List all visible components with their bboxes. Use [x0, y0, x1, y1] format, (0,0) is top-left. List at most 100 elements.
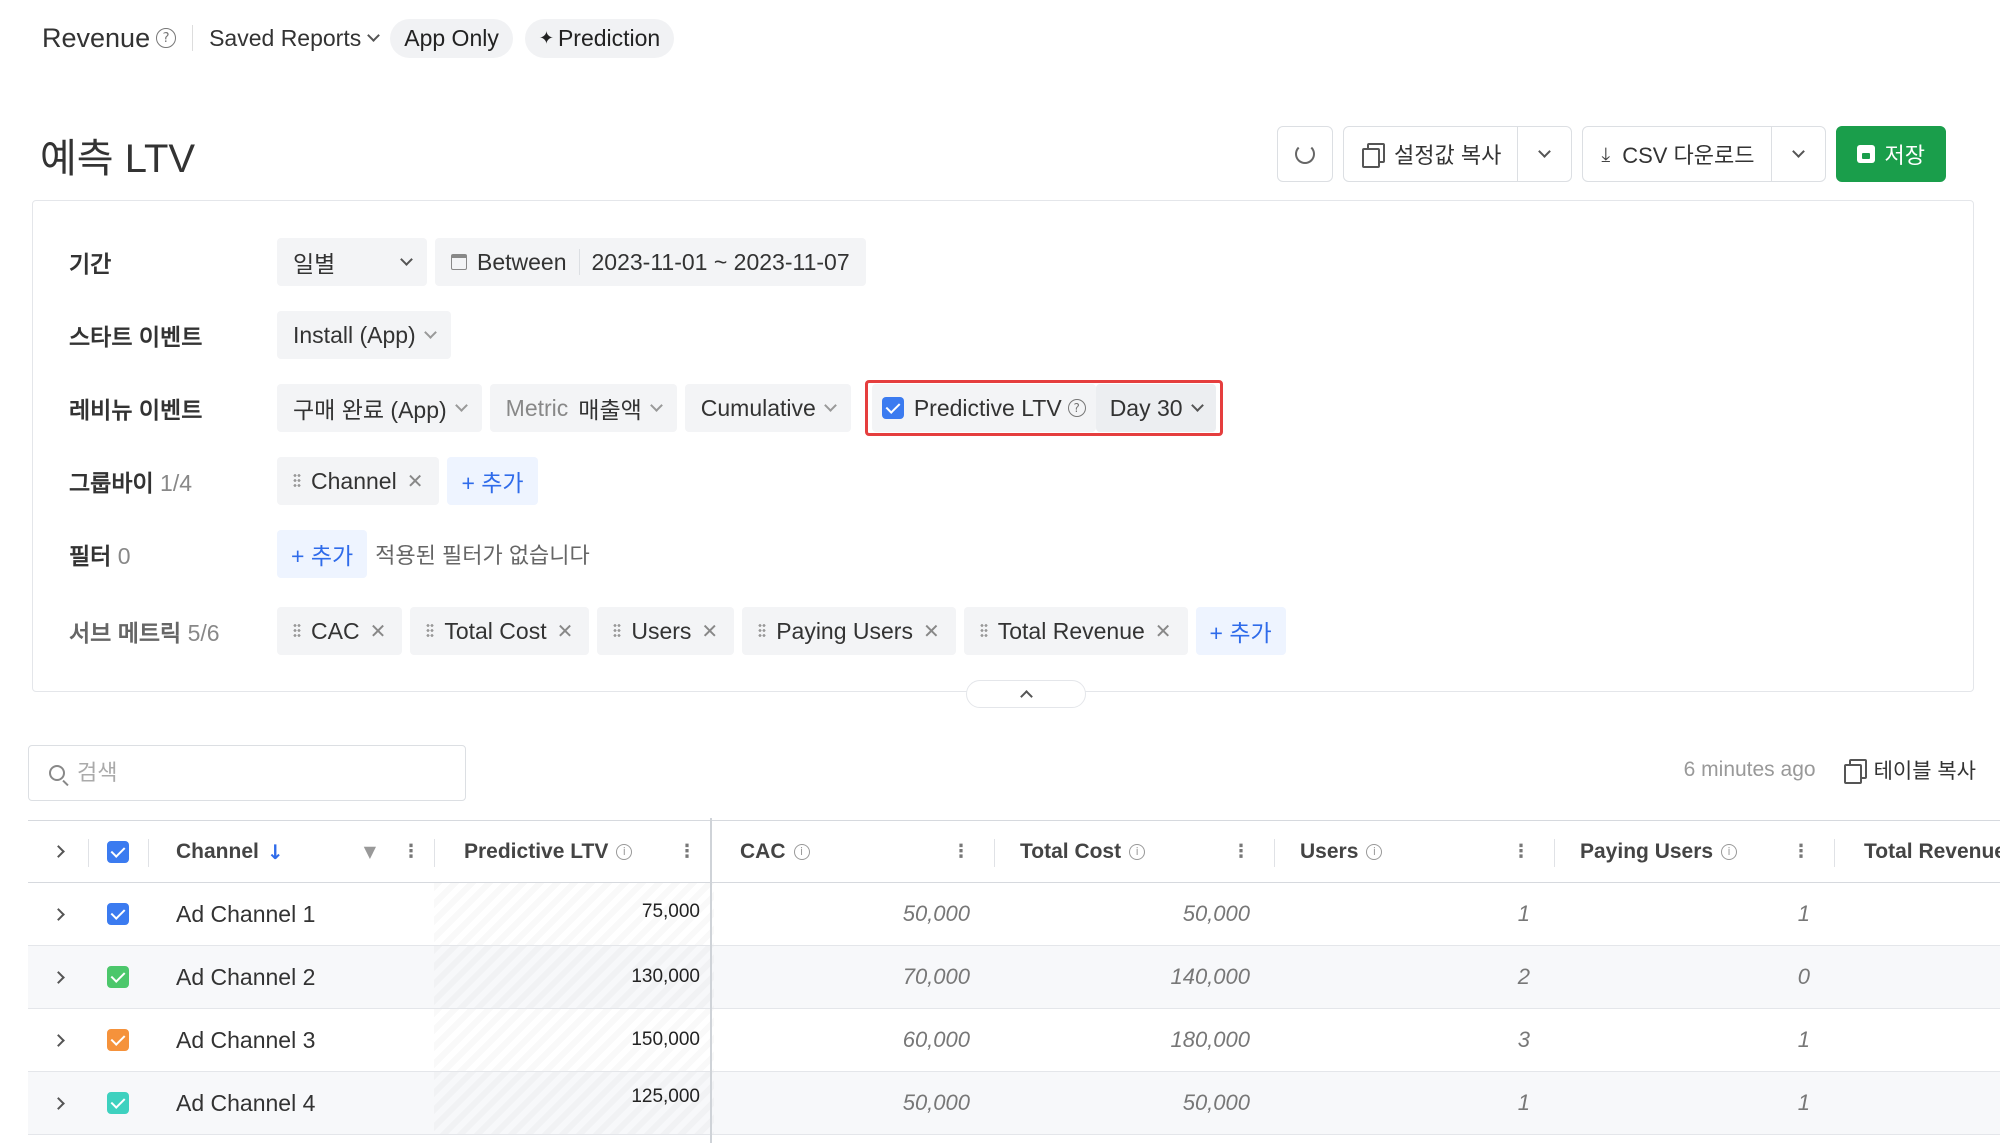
filter-empty-note: 적용된 필터가 없습니다	[375, 543, 590, 568]
table-row[interactable]: Ad Channel 4 125,000 50,000 50,000 1 1	[28, 1072, 2000, 1135]
prediction-pill[interactable]: ✦ Prediction	[524, 18, 675, 58]
copy-table-label: 테이블 복사	[1873, 760, 1976, 783]
filter-icon[interactable]: ▼	[364, 842, 376, 861]
drag-handle-icon[interactable]	[979, 623, 988, 639]
aggregation-select[interactable]: Cumulative	[684, 384, 851, 432]
col-header-title: Predictive LTV i	[464, 840, 633, 864]
copy-table-button[interactable]: 테이블 복사	[1843, 755, 1976, 785]
col-header-cac[interactable]: CAC i ⋮	[714, 821, 994, 882]
drag-handle-icon[interactable]	[426, 623, 435, 639]
sub-metric-chip-cac[interactable]: CAC ✕	[277, 607, 403, 655]
close-icon[interactable]: ✕	[370, 619, 387, 643]
saved-reports-dropdown[interactable]: Saved Reports	[209, 25, 381, 52]
groupby-add-button[interactable]: + 추가	[447, 457, 538, 505]
more-icon[interactable]: ⋮	[1792, 841, 1810, 862]
groupby-chip-label: Channel	[311, 467, 397, 494]
sub-metric-chip-paying-users[interactable]: Paying Users ✕	[742, 607, 956, 655]
close-icon[interactable]: ✕	[923, 619, 940, 643]
close-icon[interactable]: ✕	[1155, 619, 1172, 643]
predictive-ltv-highlight: Predictive LTV ? Day 30	[864, 380, 1223, 436]
csv-download-dropdown[interactable]	[1770, 127, 1825, 181]
table-row[interactable]: Ad Channel 3 150,000 60,000 180,000 3 1	[28, 1009, 2000, 1072]
row-checkbox[interactable]	[88, 1072, 148, 1134]
checkbox-checked-icon[interactable]	[881, 397, 904, 419]
drag-handle-icon[interactable]	[293, 473, 301, 489]
table-header-row: Channel ↓ ▼ ⋮ Predictive LTV i ⋮ CAC i ⋮	[28, 820, 2000, 883]
help-icon[interactable]: ?	[156, 28, 177, 48]
report-type-label: Revenue	[42, 22, 151, 53]
sub-metric-chip-total-cost[interactable]: Total Cost ✕	[410, 607, 590, 655]
toolbar-actions: 설정값 복사 ⤓ CSV 다운로드 저장	[1277, 126, 1946, 182]
save-label: 저장	[1884, 143, 1925, 168]
save-button[interactable]: 저장	[1835, 126, 1946, 182]
prediction-label: Prediction	[557, 24, 661, 51]
info-icon[interactable]: i	[616, 843, 633, 860]
sub-metric-chip-users[interactable]: Users ✕	[597, 607, 735, 655]
col-header-users[interactable]: Users i ⋮	[1274, 821, 1554, 882]
cell-channel: Ad Channel 1	[176, 900, 316, 927]
more-icon[interactable]: ⋮	[402, 841, 420, 862]
expand-row-toggle[interactable]	[28, 1009, 88, 1071]
predictive-ltv-toggle[interactable]: Predictive LTV ?	[871, 384, 1096, 432]
col-header-channel[interactable]: Channel ↓ ▼ ⋮	[176, 821, 434, 882]
last-updated: 6 minutes ago	[1683, 758, 1816, 781]
cell-predictive-ltv: 125,000	[631, 1086, 700, 1107]
close-icon[interactable]: ✕	[407, 469, 424, 493]
csv-download-main[interactable]: ⤓ CSV 다운로드	[1583, 127, 1770, 181]
more-icon[interactable]: ⋮	[678, 841, 696, 862]
start-event-row: 스타트 이벤트 Install (App)	[69, 311, 459, 359]
expand-row-toggle[interactable]	[28, 1072, 88, 1134]
start-event-select[interactable]: Install (App)	[277, 311, 451, 359]
chevron-right-icon	[51, 970, 65, 984]
collapse-panel-button[interactable]	[966, 680, 1086, 708]
revenue-event-select[interactable]: 구매 완료 (App)	[277, 384, 482, 432]
sub-metric-label: Total Cost	[444, 617, 547, 644]
more-icon[interactable]: ⋮	[1232, 841, 1250, 862]
table-row[interactable]: Ad Channel 1 75,000 50,000 50,000 1 1	[28, 883, 2000, 946]
col-header-paying-users[interactable]: Paying Users i ⋮	[1554, 821, 1834, 882]
report-type-title[interactable]: Revenue ?	[42, 22, 177, 54]
info-icon[interactable]: i	[1721, 843, 1738, 860]
cell-cac: 60,000	[902, 1027, 970, 1052]
checkbox-checked-icon	[107, 966, 129, 988]
select-all-checkbox[interactable]	[88, 821, 148, 882]
sub-metric-add-button[interactable]: + 추가	[1195, 607, 1286, 655]
sub-metric-chip-total-revenue[interactable]: Total Revenue ✕	[963, 607, 1188, 655]
app-only-pill[interactable]: App Only	[390, 18, 513, 58]
date-mode: Between	[477, 248, 567, 275]
more-icon[interactable]: ⋮	[1512, 841, 1530, 862]
expand-all-toggle[interactable]	[28, 821, 88, 882]
info-icon[interactable]: i	[1129, 843, 1146, 860]
date-range-picker[interactable]: Between 2023-11-01 ~ 2023-11-07	[435, 238, 866, 286]
close-icon[interactable]: ✕	[557, 619, 574, 643]
row-checkbox[interactable]	[88, 1009, 148, 1071]
granularity-select[interactable]: 일별	[277, 238, 427, 286]
cell-users: 3	[1517, 1027, 1530, 1052]
sub-metrics-label-text: 서브 메트릭	[69, 620, 182, 646]
drag-handle-icon[interactable]	[293, 623, 301, 639]
col-header-total-revenue[interactable]: Total Revenue	[1834, 821, 2000, 882]
copy-settings-dropdown[interactable]	[1517, 127, 1571, 181]
search-input[interactable]	[77, 760, 437, 786]
refresh-button[interactable]	[1277, 126, 1334, 182]
sort-desc-icon[interactable]: ↓	[267, 840, 284, 864]
row-checkbox[interactable]	[88, 946, 148, 1008]
groupby-chip-channel[interactable]: Channel ✕	[277, 457, 440, 505]
drag-handle-icon[interactable]	[758, 623, 767, 639]
prediction-day-select[interactable]: Day 30	[1095, 384, 1216, 432]
expand-row-toggle[interactable]	[28, 883, 88, 945]
row-checkbox[interactable]	[88, 883, 148, 945]
filter-add-button[interactable]: + 추가	[277, 530, 368, 578]
col-header-predictive-ltv[interactable]: Predictive LTV i ⋮	[434, 821, 714, 882]
info-icon[interactable]: i	[1366, 843, 1383, 860]
col-header-total-cost[interactable]: Total Cost i ⋮	[994, 821, 1274, 882]
copy-settings-main[interactable]: 설정값 복사	[1344, 127, 1517, 181]
more-icon[interactable]: ⋮	[952, 841, 970, 862]
expand-row-toggle[interactable]	[28, 946, 88, 1008]
help-icon[interactable]: ?	[1067, 399, 1086, 417]
close-icon[interactable]: ✕	[701, 619, 718, 643]
table-row[interactable]: Ad Channel 2 130,000 70,000 140,000 2 0	[28, 946, 2000, 1009]
metric-select[interactable]: Metric 매출액	[489, 384, 677, 432]
info-icon[interactable]: i	[793, 843, 810, 860]
drag-handle-icon[interactable]	[613, 623, 622, 639]
